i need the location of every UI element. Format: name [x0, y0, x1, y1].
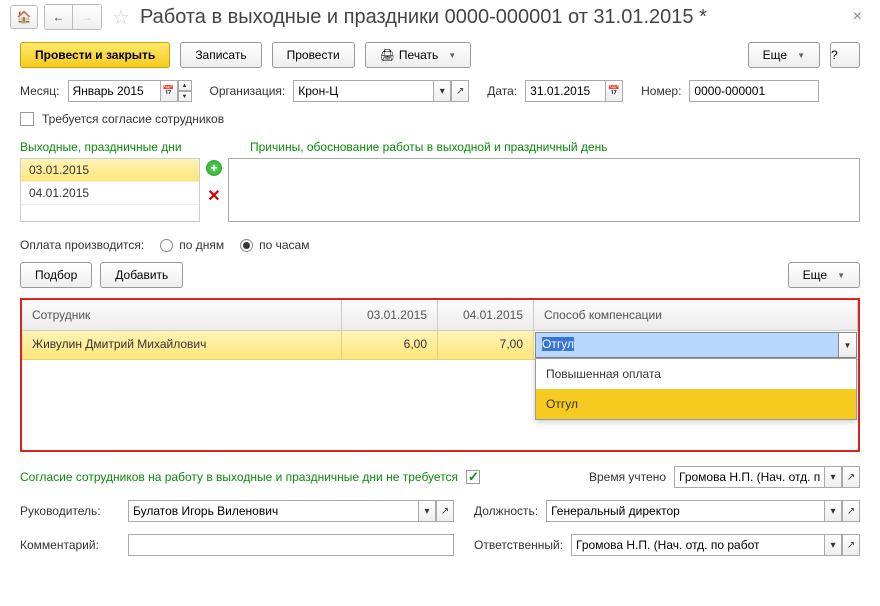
date-item[interactable]: 03.01.2015: [21, 159, 199, 182]
printer-icon: 🖨: [380, 48, 395, 62]
number-input[interactable]: [689, 80, 819, 102]
org-label: Организация:: [210, 84, 286, 98]
calendar-icon[interactable]: 📅: [605, 80, 623, 102]
favorite-icon[interactable]: ☆: [112, 5, 130, 30]
manager-open-icon[interactable]: ↗: [436, 500, 454, 522]
add-row-button[interactable]: Добавить: [100, 262, 183, 288]
grid-more-button[interactable]: Еще: [788, 262, 860, 288]
manager-label: Руководитель:: [20, 504, 120, 518]
month-input[interactable]: [68, 80, 160, 102]
col-date2[interactable]: 04.01.2015: [438, 300, 534, 330]
time-dropdown-icon[interactable]: ▾: [824, 466, 842, 488]
by-days-radio[interactable]: [160, 239, 173, 252]
home-button[interactable]: 🏠: [10, 5, 38, 29]
compensation-dropdown: Повышенная оплата Отгул: [535, 358, 857, 420]
pick-button[interactable]: Подбор: [20, 262, 92, 288]
responsible-open-icon[interactable]: ↗: [842, 534, 860, 556]
position-open-icon[interactable]: ↗: [842, 500, 860, 522]
chevron-down-icon[interactable]: ▼: [838, 333, 856, 357]
time-label: Время учтено: [589, 470, 666, 484]
reason-section-label: Причины, обоснование работы в выходной и…: [250, 140, 607, 154]
compensation-value[interactable]: Отгул: [536, 333, 838, 357]
comment-input[interactable]: [128, 534, 454, 556]
consent-label: Требуется согласие сотрудников: [42, 112, 224, 126]
responsible-input[interactable]: [571, 534, 824, 556]
delete-date-icon[interactable]: ✕: [207, 186, 220, 206]
consent-checkbox[interactable]: [20, 112, 34, 126]
month-down[interactable]: ▼: [178, 91, 192, 102]
month-up[interactable]: ▲: [178, 80, 192, 91]
dates-list[interactable]: 03.01.2015 04.01.2015: [20, 158, 200, 222]
reason-textarea[interactable]: [228, 158, 860, 222]
employees-grid: Сотрудник 03.01.2015 04.01.2015 Способ к…: [20, 298, 860, 452]
number-label: Номер:: [641, 84, 681, 98]
payment-label: Оплата производится:: [20, 238, 144, 252]
post-and-close-button[interactable]: Провести и закрыть: [20, 42, 170, 68]
help-button[interactable]: ?: [830, 42, 860, 68]
org-dropdown-icon[interactable]: ▾: [433, 80, 451, 102]
more-button[interactable]: Еще: [748, 42, 820, 68]
print-button[interactable]: 🖨Печать: [365, 42, 471, 68]
responsible-dropdown-icon[interactable]: ▾: [824, 534, 842, 556]
by-hours-radio[interactable]: [240, 239, 253, 252]
col-employee[interactable]: Сотрудник: [22, 300, 342, 330]
responsible-label: Ответственный:: [474, 538, 563, 552]
col-compensation[interactable]: Способ компенсации: [534, 300, 858, 330]
cell-compensation[interactable]: Отгул ▼ Повышенная оплата Отгул: [534, 331, 858, 359]
by-days-label: по дням: [179, 238, 224, 252]
position-label: Должность:: [474, 504, 538, 518]
forward-button[interactable]: →: [73, 5, 101, 29]
add-date-icon[interactable]: +: [206, 160, 222, 176]
consent-note-checkbox[interactable]: [466, 470, 480, 484]
org-open-icon[interactable]: ↗: [451, 80, 469, 102]
time-input[interactable]: [674, 466, 824, 488]
time-open-icon[interactable]: ↗: [842, 466, 860, 488]
month-label: Месяц:: [20, 84, 60, 98]
position-dropdown-icon[interactable]: ▾: [824, 500, 842, 522]
col-date1[interactable]: 03.01.2015: [342, 300, 438, 330]
close-icon[interactable]: ×: [845, 8, 870, 26]
cell-employee[interactable]: Живулин Дмитрий Михайлович: [22, 331, 342, 359]
comment-label: Комментарий:: [20, 538, 120, 552]
dropdown-option[interactable]: Повышенная оплата: [536, 359, 856, 389]
table-row[interactable]: Живулин Дмитрий Михайлович 6,00 7,00 Отг…: [22, 331, 858, 360]
dropdown-option[interactable]: Отгул: [536, 389, 856, 419]
position-input[interactable]: [546, 500, 824, 522]
by-hours-label: по часам: [259, 238, 309, 252]
dates-section-label: Выходные, праздничные дни: [20, 140, 250, 154]
consent-note: Согласие сотрудников на работу в выходны…: [20, 470, 458, 484]
date-item[interactable]: 04.01.2015: [21, 182, 199, 205]
back-button[interactable]: ←: [45, 5, 73, 29]
save-button[interactable]: Записать: [180, 42, 261, 68]
manager-input[interactable]: [128, 500, 418, 522]
cell-d1[interactable]: 6,00: [342, 331, 438, 359]
manager-dropdown-icon[interactable]: ▾: [418, 500, 436, 522]
page-title: Работа в выходные и праздники 0000-00000…: [140, 6, 839, 29]
month-picker-icon[interactable]: 📅: [160, 80, 178, 102]
post-button[interactable]: Провести: [272, 42, 355, 68]
org-input[interactable]: [293, 80, 433, 102]
cell-d2[interactable]: 7,00: [438, 331, 534, 359]
date-input[interactable]: [525, 80, 605, 102]
date-label: Дата:: [487, 84, 517, 98]
